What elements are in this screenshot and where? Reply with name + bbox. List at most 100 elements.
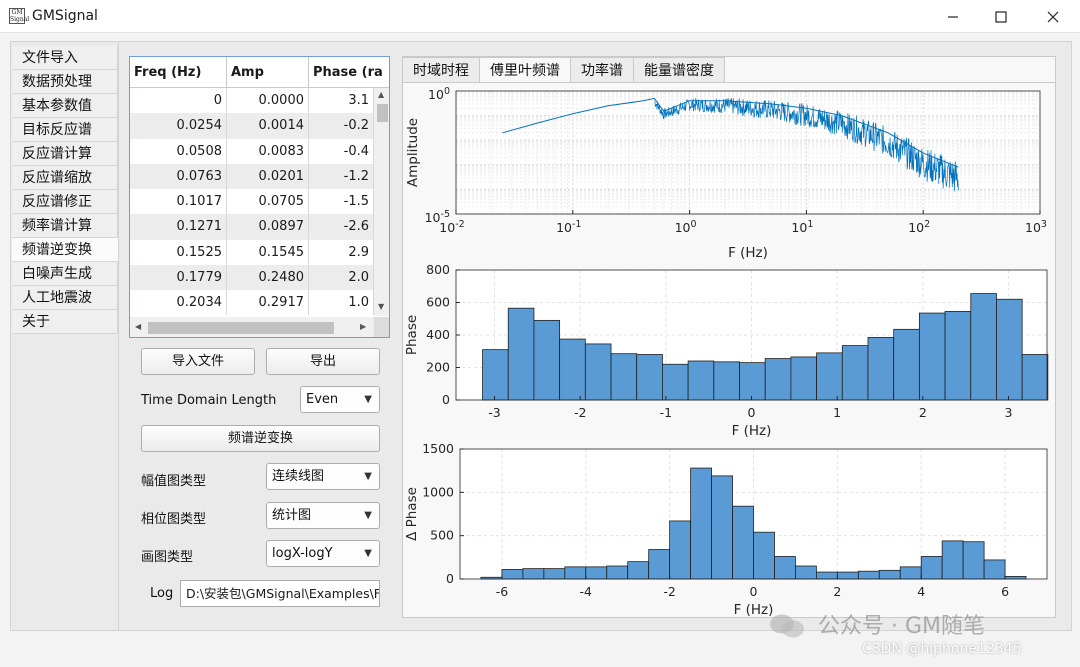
plot-type-select[interactable]: logX-logY ▼: [266, 540, 380, 567]
table-cell[interactable]: 3.1: [309, 88, 374, 113]
watermark-text: 公众号 · GM随笔: [818, 614, 986, 639]
chevron-down-icon: ▼: [364, 510, 372, 521]
sidebar-item[interactable]: 关于: [12, 310, 118, 334]
sidebar-item[interactable]: 白噪声生成: [12, 262, 118, 286]
vertical-scroll-thumb[interactable]: [377, 104, 388, 122]
phase-plot-type-label: 相位图类型: [141, 512, 207, 527]
table-cell[interactable]: 0.0897: [227, 214, 309, 240]
minimize-button[interactable]: [930, 0, 976, 33]
table-row[interactable]: 0.0508 0.0083 -0.4: [130, 138, 374, 164]
table-cell[interactable]: 0.0763: [130, 163, 227, 189]
chevron-down-icon: ▼: [364, 548, 372, 559]
close-icon: [1047, 11, 1059, 22]
table-row[interactable]: 0.1779 0.2480 2.0: [130, 265, 374, 291]
sidebar-item[interactable]: 基本参数值: [12, 94, 118, 118]
table-row[interactable]: 0.1525 0.1545 2.9: [130, 239, 374, 265]
window-title: GMSignal: [32, 8, 98, 24]
log-path-field[interactable]: D:\安装包\GMSignal\Examples\F: [180, 580, 380, 607]
table-cell[interactable]: 0: [130, 88, 227, 113]
sidebar-item[interactable]: 数据预处理: [12, 70, 118, 94]
scroll-right-icon[interactable]: ▶: [360, 322, 366, 331]
table-cell[interactable]: 0.0705: [227, 189, 309, 215]
amp-plot-type-value: 连续线图: [272, 469, 325, 484]
export-button[interactable]: 导出: [266, 348, 380, 375]
csdn-watermark: CSDN @hiphone12345: [862, 641, 1022, 657]
table-body: 0 0.0000 3.1 0.0254 0.0014 -0.2 0.0508 0.0083 -0…: [130, 88, 374, 316]
table-cell[interactable]: 0.0254: [130, 113, 227, 139]
app-logo-icon: GM Signal: [9, 8, 30, 24]
sidebar-item[interactable]: 频率谱计算: [12, 214, 118, 238]
scroll-up-icon[interactable]: ▲: [378, 90, 384, 99]
sidebar-item[interactable]: 反应谱修正: [12, 190, 118, 214]
amp-plot-type-select[interactable]: 连续线图 ▼: [266, 463, 380, 490]
tab[interactable]: 傅里叶频谱: [479, 57, 571, 83]
tab[interactable]: 时域时程: [402, 57, 480, 83]
time-domain-length-value: Even: [306, 392, 339, 407]
sidebar-item[interactable]: 反应谱缩放: [12, 166, 118, 190]
scroll-left-icon[interactable]: ◀: [135, 322, 141, 331]
time-domain-length-label: Time Domain Length: [141, 393, 277, 408]
phase-plot-type-select[interactable]: 统计图 ▼: [266, 502, 380, 529]
table-row[interactable]: 0 0.0000 3.1: [130, 88, 374, 113]
table-cell[interactable]: 0.2917: [227, 290, 309, 316]
table-vertical-scrollbar[interactable]: ▲ ▼: [374, 88, 389, 316]
horizontal-scroll-thumb[interactable]: [148, 322, 334, 334]
amp-plot-type-label: 幅值图类型: [141, 474, 207, 489]
table-cell[interactable]: -1.2: [309, 163, 374, 189]
sidebar-item[interactable]: 人工地震波: [12, 286, 118, 310]
table-row[interactable]: 0.0763 0.0201 -1.2: [130, 163, 374, 190]
chevron-down-icon: ▼: [364, 471, 372, 482]
tab[interactable]: 功率谱: [570, 57, 634, 83]
plot-tab-bar: 时域时程 傅里叶频谱 功率谱 能量谱密度: [402, 57, 725, 83]
app-window: GM Signal GMSignal 文件导入 数据预处理 基本参数值 目标反应谱 反应…: [0, 0, 1080, 667]
table-cell[interactable]: 1.0: [309, 290, 374, 316]
table-cell[interactable]: 0.1545: [227, 239, 309, 265]
tab-divider: [402, 82, 1056, 83]
plot-type-label: 画图类型: [141, 550, 194, 565]
table-cell[interactable]: 0.0201: [227, 163, 309, 189]
import-file-button[interactable]: 导入文件: [141, 348, 255, 375]
spectrum-table[interactable]: Freq (Hz) Amp Phase (ra 0 0.0000 3.1 0.0254…: [129, 56, 390, 338]
table-cell[interactable]: -1.5: [309, 189, 374, 215]
table-cell[interactable]: 0.0014: [227, 113, 309, 139]
scroll-down-icon[interactable]: ▼: [378, 302, 384, 311]
minimize-icon: [948, 15, 958, 18]
nav-divider: [118, 41, 119, 631]
table-row[interactable]: 0.0254 0.0014 -0.2: [130, 113, 374, 139]
tab[interactable]: 能量谱密度: [633, 57, 725, 83]
table-cell[interactable]: 2.9: [309, 239, 374, 265]
table-cell[interactable]: 0.0083: [227, 138, 309, 164]
table-cell[interactable]: 0.1779: [130, 265, 227, 291]
close-button[interactable]: [1030, 0, 1076, 33]
table-cell[interactable]: 2.0: [309, 265, 374, 291]
table-horizontal-scrollbar[interactable]: ◀ ▶: [130, 317, 374, 337]
sidebar-item[interactable]: 目标反应谱: [12, 118, 118, 142]
table-cell[interactable]: -0.4: [309, 138, 374, 164]
title-bar: GM Signal GMSignal: [0, 0, 1080, 33]
table-cell[interactable]: 0.0000: [227, 88, 309, 113]
inverse-transform-button[interactable]: 频谱逆变换: [141, 425, 380, 452]
table-cell[interactable]: 0.1017: [130, 189, 227, 215]
maximize-icon: [995, 10, 1007, 23]
scrollbar-corner: [374, 317, 389, 337]
table-row[interactable]: 0.1017 0.0705 -1.5: [130, 189, 374, 215]
table-cell[interactable]: 0.0508: [130, 138, 227, 164]
column-header-freq[interactable]: Freq (Hz): [130, 57, 227, 88]
sidebar-item[interactable]: 频谱逆变换: [12, 238, 118, 262]
time-domain-length-select[interactable]: Even ▼: [300, 386, 380, 413]
table-header: Freq (Hz) Amp Phase (ra: [130, 57, 389, 88]
sidebar-item[interactable]: 文件导入: [12, 46, 118, 70]
sidebar-item[interactable]: 反应谱计算: [12, 142, 118, 166]
sidebar-nav: 文件导入 数据预处理 基本参数值 目标反应谱 反应谱计算 反应谱缩放 反应谱修正 频率谱计算频…: [12, 46, 118, 334]
table-cell[interactable]: -0.2: [309, 113, 374, 139]
column-header-amp[interactable]: Amp: [227, 57, 309, 88]
column-header-phase[interactable]: Phase (ra: [309, 57, 389, 88]
table-cell[interactable]: -2.6: [309, 214, 374, 240]
table-cell[interactable]: 0.1525: [130, 239, 227, 265]
table-row[interactable]: 0.1271 0.0897 -2.6: [130, 214, 374, 240]
table-cell[interactable]: 0.2480: [227, 265, 309, 291]
table-cell[interactable]: 0.1271: [130, 214, 227, 240]
table-cell[interactable]: 0.2034: [130, 290, 227, 316]
maximize-button[interactable]: [978, 0, 1024, 33]
table-row[interactable]: 0.2034 0.2917 1.0: [130, 290, 374, 316]
